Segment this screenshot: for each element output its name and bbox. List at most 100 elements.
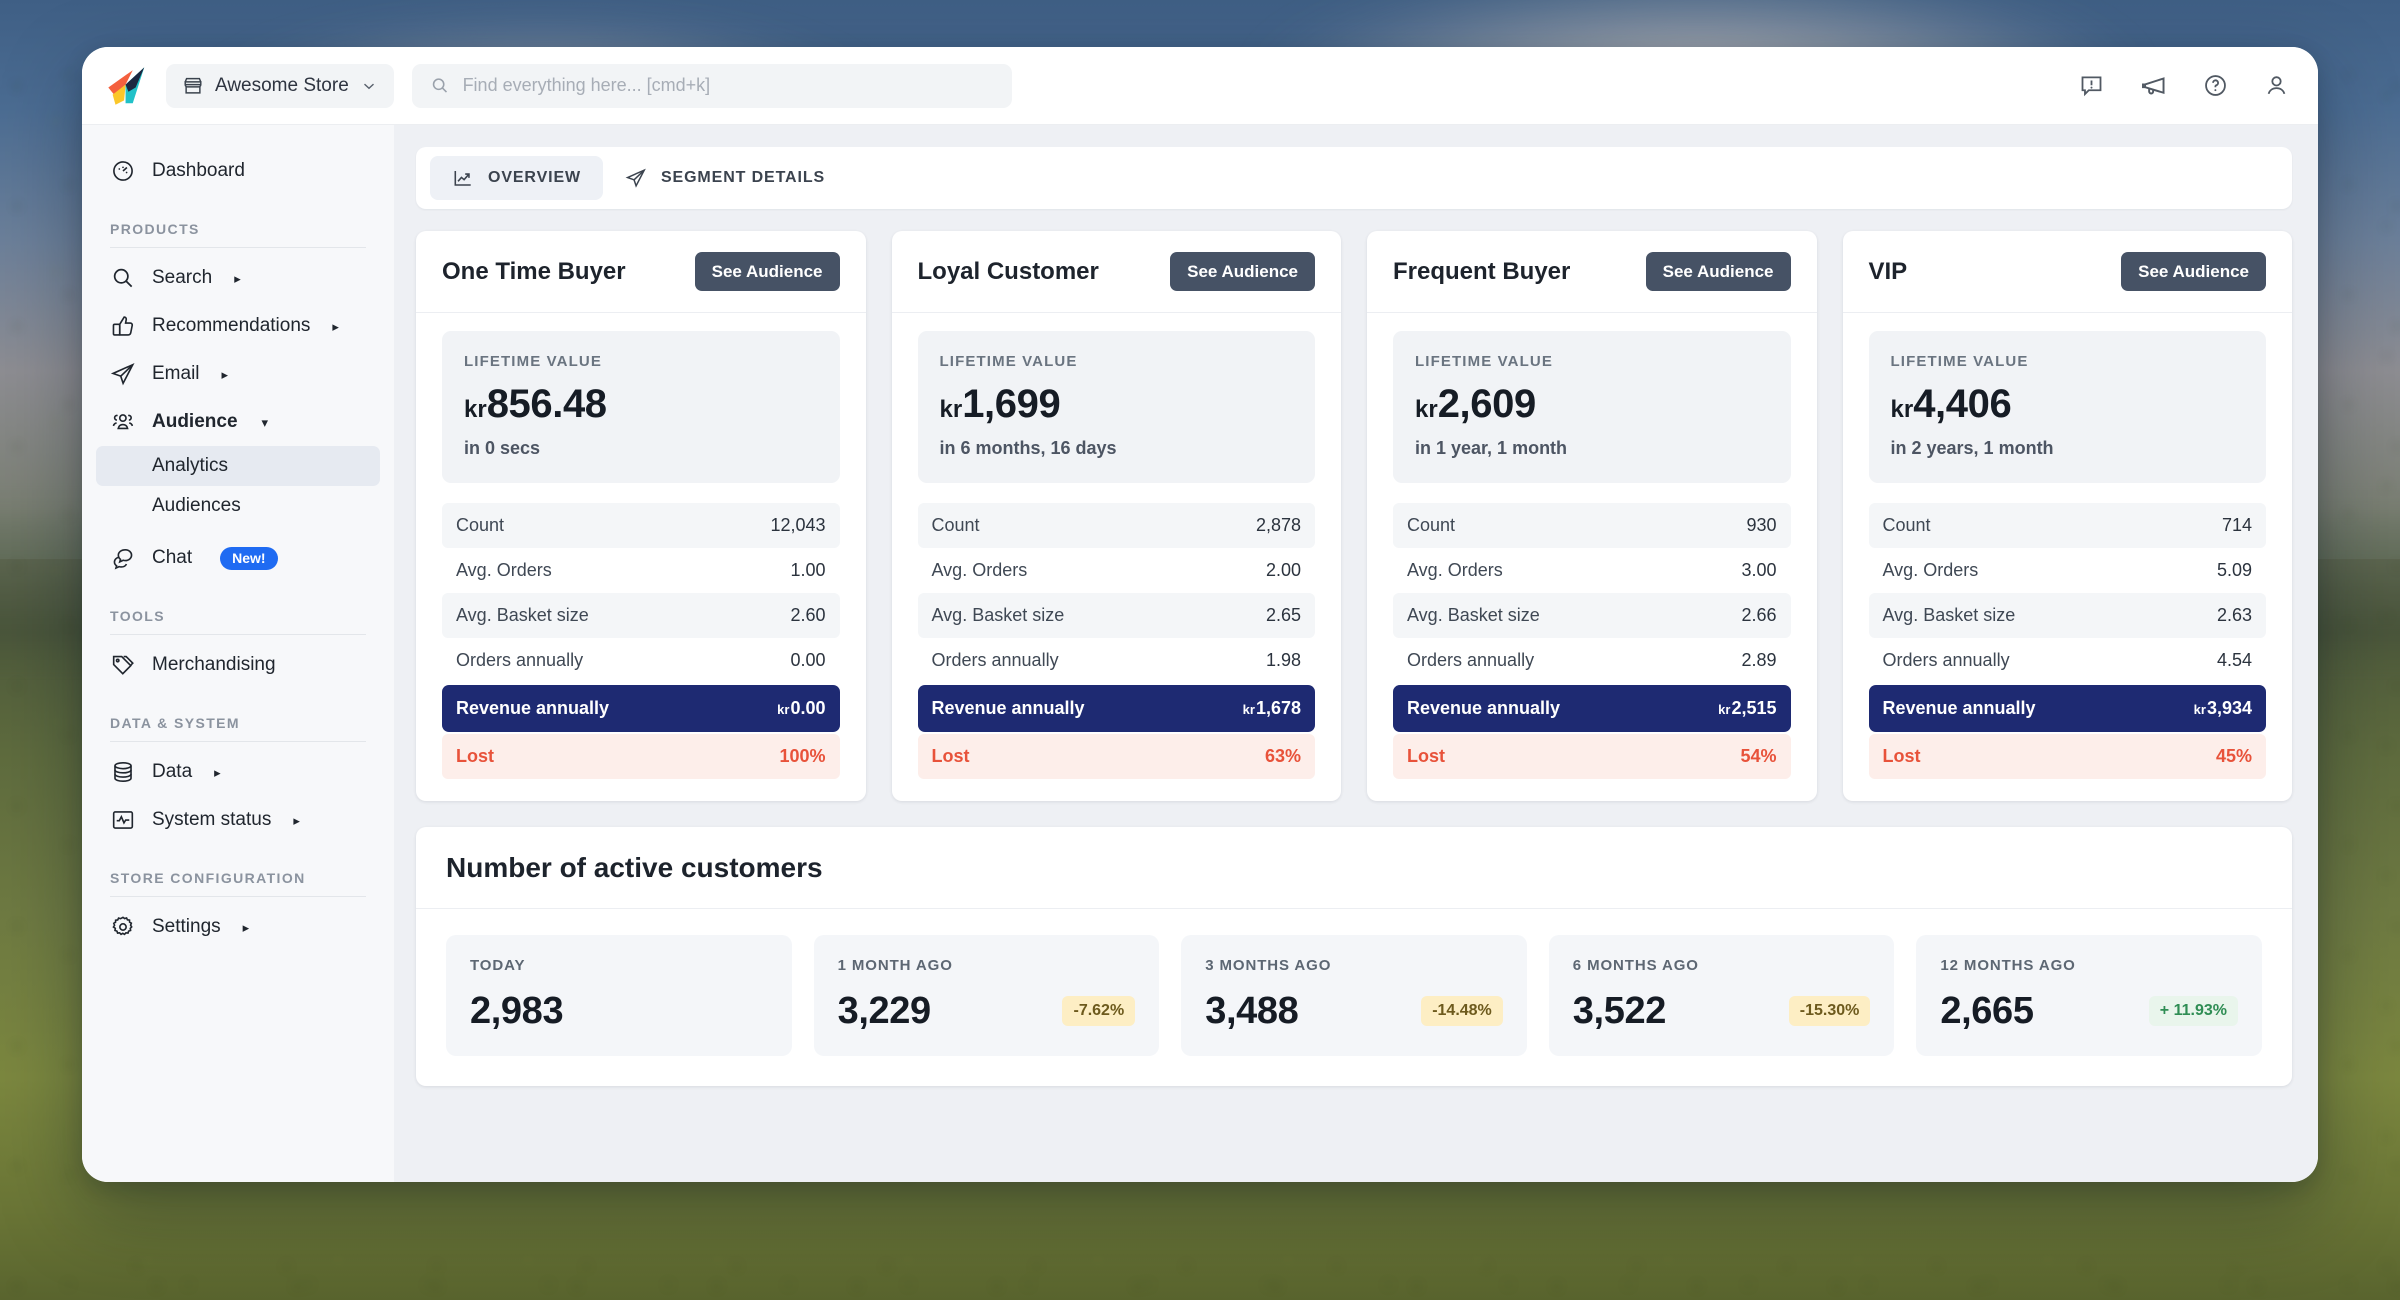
metric-row-lost: Lost 100% (442, 734, 840, 779)
see-audience-button[interactable]: See Audience (1170, 252, 1315, 291)
metric-value: 2.00 (1265, 560, 1301, 580)
metric-value: 930 (1746, 515, 1777, 535)
segment-card-body: LIFETIME VALUE kr4,406 in 2 years, 1 mon… (1843, 313, 2293, 801)
see-audience-button[interactable]: See Audience (694, 252, 840, 291)
metric-label: Lost (1407, 746, 1445, 766)
kpi-value: 2,665 (1940, 990, 2034, 1032)
sidebar-item-label: Audience (152, 411, 238, 432)
sidebar-section-title: DATA & SYSTEM (110, 715, 240, 731)
sidebar-section-title: TOOLS (110, 608, 165, 624)
metric-row-lost: Lost 63% (917, 734, 1315, 779)
chevron-right-icon: ▸ (221, 366, 229, 382)
page-title: Number of active customers (446, 851, 823, 883)
kpi-value: 3,229 (837, 990, 932, 1032)
sidebar-divider (110, 247, 366, 248)
sidebar-item-chat[interactable]: Chat New! (96, 534, 380, 582)
sidebar-item-system-status[interactable]: System status ▸ (96, 796, 380, 844)
metric-value: 5.09 (2216, 560, 2252, 580)
metric-value: 2.60 (790, 605, 826, 625)
application-window: Awesome Store Find everything here... [c… (82, 47, 2318, 1182)
currency-symbol: kr (939, 396, 963, 423)
segment-card-body: LIFETIME VALUE kr2,609 in 1 year, 1 mont… (1367, 313, 1817, 801)
metric-row-revenue-annually: Revenue annually kr3,934 (1868, 685, 2266, 732)
lifetime-value: kr856.48 (464, 384, 818, 424)
metric-label: Lost (456, 746, 494, 766)
metric-value: 0.00 (790, 650, 826, 670)
segment-card-body: LIFETIME VALUE kr856.48 in 0 secs Count … (416, 313, 866, 801)
sidebar-item-email[interactable]: Email ▸ (96, 350, 380, 398)
sidebar-section-title: PRODUCTS (110, 221, 200, 237)
segment-title: One Time Buyer (442, 257, 626, 285)
metric-label: Revenue annually (456, 698, 610, 718)
metric-row-avg-orders: Avg. Orders 2.00 (918, 548, 1316, 593)
lifetime-value-box: LIFETIME VALUE kr856.48 in 0 secs (442, 331, 840, 483)
segment-metrics: Count 930 Avg. Orders 3.00 Avg. Basket s… (1393, 503, 1791, 779)
segment-title: Frequent Buyer (1393, 257, 1571, 285)
chevron-right-icon: ▸ (234, 270, 241, 286)
metric-value: 2.66 (1741, 605, 1777, 625)
lifetime-value-period: in 6 months, 16 days (939, 438, 1117, 458)
kpi-delta-badge: -15.30% (1788, 996, 1871, 1026)
chart-line-icon (454, 171, 471, 186)
active-customers-header: Number of active customers (416, 827, 2292, 909)
rocket-logo-icon[interactable] (104, 63, 150, 109)
metric-value: 1.98 (1265, 650, 1301, 670)
sidebar-item-data[interactable]: Data ▸ (96, 748, 380, 796)
help-icon[interactable] (2202, 72, 2229, 99)
user-icon[interactable] (2263, 72, 2290, 99)
chevron-right-icon: ▸ (332, 318, 339, 334)
feedback-icon[interactable] (2078, 72, 2105, 99)
sidebar-item-label: Search (152, 267, 213, 288)
revenue-number: 3,934 (2206, 698, 2252, 718)
announcement-icon[interactable] (2139, 71, 2168, 100)
lifetime-value: kr2,609 (1415, 384, 1769, 424)
tab-overview[interactable]: OVERVIEW (430, 156, 603, 200)
sidebar-item-settings[interactable]: Settings ▸ (96, 903, 380, 951)
search-icon (113, 268, 133, 288)
lifetime-value-number: 856.48 (486, 382, 607, 426)
sidebar-item-search[interactable]: Search ▸ (96, 254, 380, 302)
sidebar-item-audiences[interactable]: Audiences (96, 486, 380, 526)
metric-value: 714 (2221, 515, 2252, 535)
sidebar-item-label: Data (152, 761, 193, 782)
metric-value: 2.89 (1741, 650, 1777, 670)
segment-metrics: Count 12,043 Avg. Orders 1.00 Avg. Baske… (442, 503, 840, 779)
metric-label: Orders annually (1882, 650, 2010, 670)
metric-label: Avg. Orders (931, 560, 1028, 580)
metric-row-avg-orders: Avg. Orders 5.09 (1869, 548, 2267, 593)
topbar-actions (2078, 71, 2290, 100)
sidebar-item-merchandising[interactable]: Merchandising (96, 641, 380, 689)
lifetime-value-period: in 1 year, 1 month (1415, 438, 1568, 458)
metric-value: 2,878 (1255, 515, 1301, 535)
metric-value: 63% (1264, 746, 1301, 766)
chevron-right-icon: ▸ (293, 812, 300, 828)
tab-label: OVERVIEW (488, 169, 581, 186)
metric-value: 2.63 (2216, 605, 2252, 625)
kpi-bottom: 2,983 (470, 992, 768, 1030)
sidebar-item-analytics[interactable]: Analytics (96, 446, 380, 486)
lifetime-value-number: 4,406 (1913, 382, 2012, 426)
metric-label: Avg. Basket size (931, 605, 1065, 625)
sidebar-item-recommendations[interactable]: Recommendations ▸ (96, 302, 380, 350)
see-audience-button[interactable]: See Audience (2121, 252, 2266, 291)
revenue-number: 2,515 (1731, 698, 1777, 718)
sidebar-item-dashboard[interactable]: Dashboard (96, 147, 380, 195)
metric-row-lost: Lost 54% (1393, 734, 1791, 779)
metric-row-count: Count 930 (1393, 503, 1791, 548)
search-input[interactable] (462, 75, 994, 96)
see-audience-button[interactable]: See Audience (1645, 252, 1791, 291)
global-search[interactable] (411, 63, 1012, 108)
sidebar-item-audience[interactable]: Audience ▾ (96, 398, 380, 446)
dashboard-icon (113, 161, 133, 181)
lifetime-value-label: LIFETIME VALUE (1415, 353, 1553, 370)
active-customers-kpis: TODAY 2,983 1 MONTH AGO 3,229 -7.62% 3 M… (416, 909, 2292, 1086)
currency-symbol: kr (2193, 702, 2206, 717)
segment-card-header: Loyal Customer See Audience (891, 231, 1341, 313)
metric-row-lost: Lost 45% (1868, 734, 2266, 779)
tab-segment-details[interactable]: SEGMENT DETAILS (603, 156, 847, 200)
metric-row-orders-annually: Orders annually 2.89 (1393, 638, 1791, 683)
segment-metrics: Count 714 Avg. Orders 5.09 Avg. Basket s… (1868, 503, 2267, 779)
store-switcher[interactable]: Awesome Store (166, 63, 394, 108)
store-icon (184, 77, 202, 94)
chevron-right-icon: ▸ (242, 919, 250, 935)
